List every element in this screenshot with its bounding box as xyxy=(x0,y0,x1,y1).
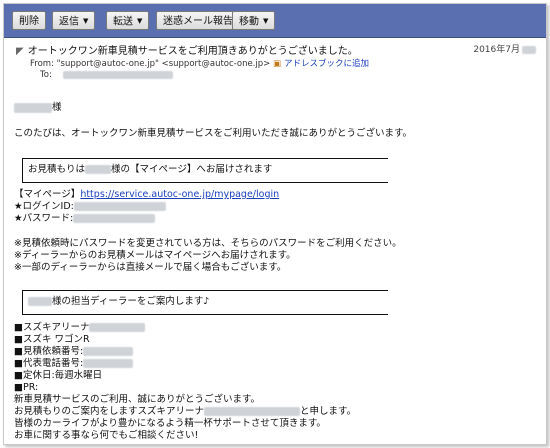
pr-line-3: 皆様のカーライフがより豊かになるよう精一杯サポートさせて頂きます。 xyxy=(14,418,326,429)
box2-text: 様の担当ディーラーをご案内します♪ xyxy=(28,296,209,308)
thanks-text: このたびは、オートックワン新車見積サービスをご利用いただき誠にありがとうございま… xyxy=(14,128,413,139)
mypage-label: 【マイページ】 xyxy=(14,189,81,200)
box1-bottom-border xyxy=(22,182,388,183)
dealer-line: ■スズキアリーナ xyxy=(14,322,146,334)
redacted-name xyxy=(85,165,112,174)
note-2: ※ディーラーからのお見積メールはマイページへお届けされます。 xyxy=(14,250,296,261)
pr-line-2: お見積もりのご案内をしますスズキアリーナ と申します。 xyxy=(14,406,356,418)
box1-pre: お見積もりは xyxy=(28,164,86,175)
from-label: From: xyxy=(30,59,54,69)
add-address-book-link[interactable]: アドレスブックに追加 xyxy=(284,59,369,69)
login-id-label: ★ログインID: xyxy=(14,201,74,212)
delete-button-label: 削除 xyxy=(19,16,39,27)
report-spam-label: 迷惑メール報告 xyxy=(163,16,233,27)
reply-button-label: 返信 xyxy=(59,16,79,28)
toolbar: 削除 返信 ▼ 転送 ▼ 迷惑メール報告 移動 ▼ xyxy=(4,4,546,38)
note-1: ※見積依頼時にパスワードを変更されている方は、そちらのパスワードをご利用ください… xyxy=(14,238,402,249)
message-header: ◤ オートックワン新車見積サービスをご利用頂きありがとうございました。 2016年… xyxy=(4,38,546,84)
pr-line-4: お車に関する事なら何でもご相談ください! xyxy=(14,430,199,441)
date-text: 2016年7月 xyxy=(473,45,520,55)
quote-no-label: ■見積依頼番号: xyxy=(14,346,84,357)
move-button-label: 移動 xyxy=(239,16,259,28)
pr-label: ■PR: xyxy=(14,382,39,393)
message-date: 2016年7月 xyxy=(473,42,536,55)
greeting: 様 xyxy=(14,102,62,114)
pr-line-1: 新車見積サービスのご利用、誠にありがとうございます。 xyxy=(14,394,261,405)
move-button[interactable]: 移動 ▼ xyxy=(232,11,276,31)
from-address[interactable]: "support@autoc-one.jp" <support@autoc-on… xyxy=(57,59,271,69)
redacted-quote-no xyxy=(83,347,134,356)
greeting-suffix: 様 xyxy=(52,102,62,113)
car-model: ■スズキ ワゴンR xyxy=(14,334,90,345)
to-row: To: xyxy=(40,70,173,80)
pr2-post: と申します。 xyxy=(300,406,357,417)
chevron-down-icon[interactable]: ▼ xyxy=(83,12,88,31)
phone-line: ■代表電話番号: xyxy=(14,358,134,370)
phone-label: ■代表電話番号: xyxy=(14,358,84,369)
box2-bottom-border xyxy=(22,314,388,315)
email-window: 削除 返信 ▼ 転送 ▼ 迷惑メール報告 移動 ▼ ◤ オートックワン新車見積サービスを… xyxy=(3,3,547,445)
redacted-name xyxy=(14,102,52,113)
dealer-name: ■スズキアリーナ xyxy=(14,322,90,333)
box1-top-border xyxy=(22,158,388,159)
redacted-phone xyxy=(83,359,134,368)
subject: オートックワン新車見積サービスをご利用頂きありがとうございました。 xyxy=(27,46,358,57)
box1-post: 様の【マイページ】へお届けされます xyxy=(111,164,273,175)
box2-post: 様の担当ディーラーをご案内します♪ xyxy=(52,296,210,307)
pr2-pre: お見積もりのご案内をしますスズキアリーナ xyxy=(14,406,205,417)
redacted-recipient xyxy=(62,70,173,79)
forward-button[interactable]: 転送 ▼ xyxy=(106,11,150,31)
from-row: From: "support@autoc-one.jp" <support@au… xyxy=(30,57,369,69)
mypage-line: 【マイページ】https://service.autoc-one.jp/mypa… xyxy=(14,189,279,201)
delete-button[interactable]: 削除 xyxy=(12,11,46,30)
quote-no-line: ■見積依頼番号: xyxy=(14,346,134,358)
password-label: ★パスワード: xyxy=(14,213,74,224)
box1-left-border xyxy=(22,158,23,182)
forward-button-label: 転送 xyxy=(113,16,133,28)
chevron-down-icon[interactable]: ▼ xyxy=(137,12,142,31)
chevron-down-icon[interactable]: ▼ xyxy=(263,12,268,31)
flag-icon[interactable]: ◤ xyxy=(16,46,24,57)
to-label: To: xyxy=(40,70,52,80)
holiday: ■定休日:毎週水曜日 xyxy=(14,370,103,381)
redacted-dealer xyxy=(204,407,301,416)
report-spam-button[interactable]: 迷惑メール報告 xyxy=(156,11,240,30)
subject-row: ◤ オートックワン新車見積サービスをご利用頂きありがとうございました。 xyxy=(16,42,358,57)
box2-top-border xyxy=(22,290,388,291)
address-book-icon[interactable]: ▣ xyxy=(273,59,281,69)
redacted-name xyxy=(28,297,52,306)
redacted-dealer xyxy=(89,323,146,332)
mypage-link[interactable]: https://service.autoc-one.jp/mypage/logi… xyxy=(80,189,279,200)
redacted-password xyxy=(73,214,156,223)
login-id-line: ★ログインID: xyxy=(14,201,166,213)
redacted-login-id xyxy=(73,202,166,211)
password-line: ★パスワード: xyxy=(14,213,156,225)
box2-left-border xyxy=(22,290,23,314)
redacted-date xyxy=(522,45,536,54)
note-3: ※一部のディーラーからは直接メールで届く場合もございます。 xyxy=(14,262,287,273)
reply-button[interactable]: 返信 ▼ xyxy=(52,11,96,31)
box1-text: お見積もりは 様の【マイページ】へお届けされます xyxy=(28,164,272,176)
